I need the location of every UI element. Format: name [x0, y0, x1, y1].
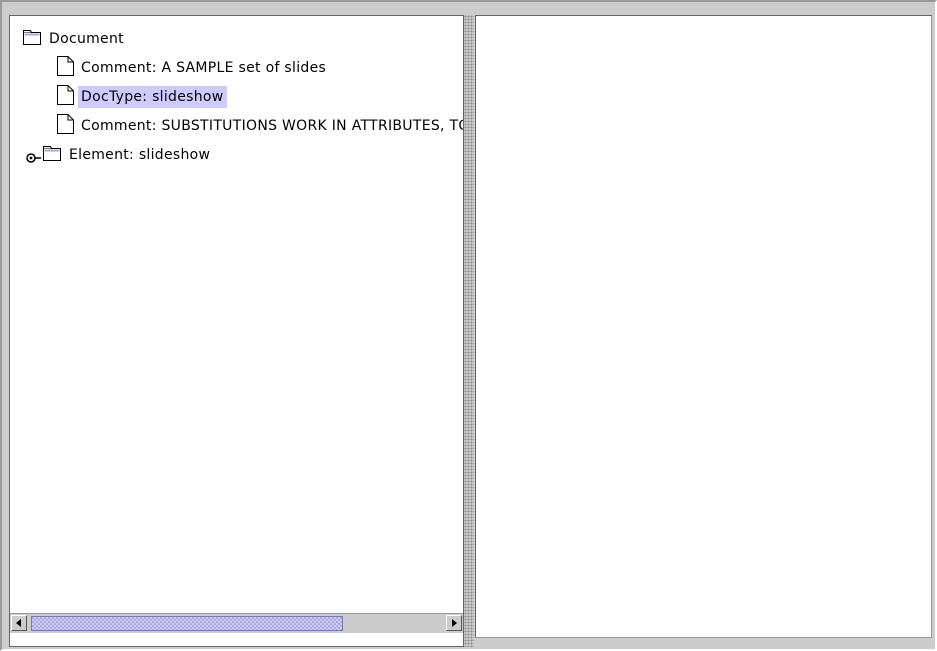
document-icon	[57, 85, 74, 109]
horizontal-scrollbar[interactable]	[10, 613, 463, 633]
tree-node-comment[interactable]: Comment: A SAMPLE set of slides	[57, 56, 329, 80]
tree-node-element-slideshow[interactable]: Element: slideshow	[43, 144, 213, 166]
tree-node-label: Comment: A SAMPLE set of slides	[81, 60, 327, 76]
folder-icon	[43, 145, 62, 165]
expand-handle-icon[interactable]	[26, 149, 42, 168]
folder-icon	[23, 29, 42, 49]
scroll-left-button[interactable]	[11, 615, 27, 631]
tree-node-document[interactable]: Document	[23, 28, 127, 50]
tree-node-label: Comment: SUBSTITUTIONS WORK IN ATTRIBUTE…	[81, 118, 463, 134]
dom-tree[interactable]: Document Comment: A SAMPLE set of slides	[10, 16, 463, 612]
tree-node-label-selected: DocType: slideshow	[78, 86, 227, 108]
scroll-thumb[interactable]	[31, 616, 343, 631]
tree-node-label: Element: slideshow	[69, 147, 211, 163]
document-icon	[57, 114, 74, 138]
scroll-right-button[interactable]	[446, 615, 462, 631]
tree-node-comment-substitutions[interactable]: Comment: SUBSTITUTIONS WORK IN ATTRIBUTE…	[57, 114, 463, 138]
main-window: Document Comment: A SAMPLE set of slides	[0, 0, 937, 651]
arrow-left-icon	[16, 619, 21, 627]
tree-pane: Document Comment: A SAMPLE set of slides	[9, 15, 464, 647]
document-icon	[57, 56, 74, 80]
content-pane	[475, 15, 932, 638]
tree-node-label: Document	[49, 31, 124, 47]
arrow-right-icon	[452, 619, 457, 627]
split-pane-divider[interactable]	[464, 15, 474, 647]
tree-node-doctype[interactable]: DocType: slideshow	[57, 85, 227, 109]
